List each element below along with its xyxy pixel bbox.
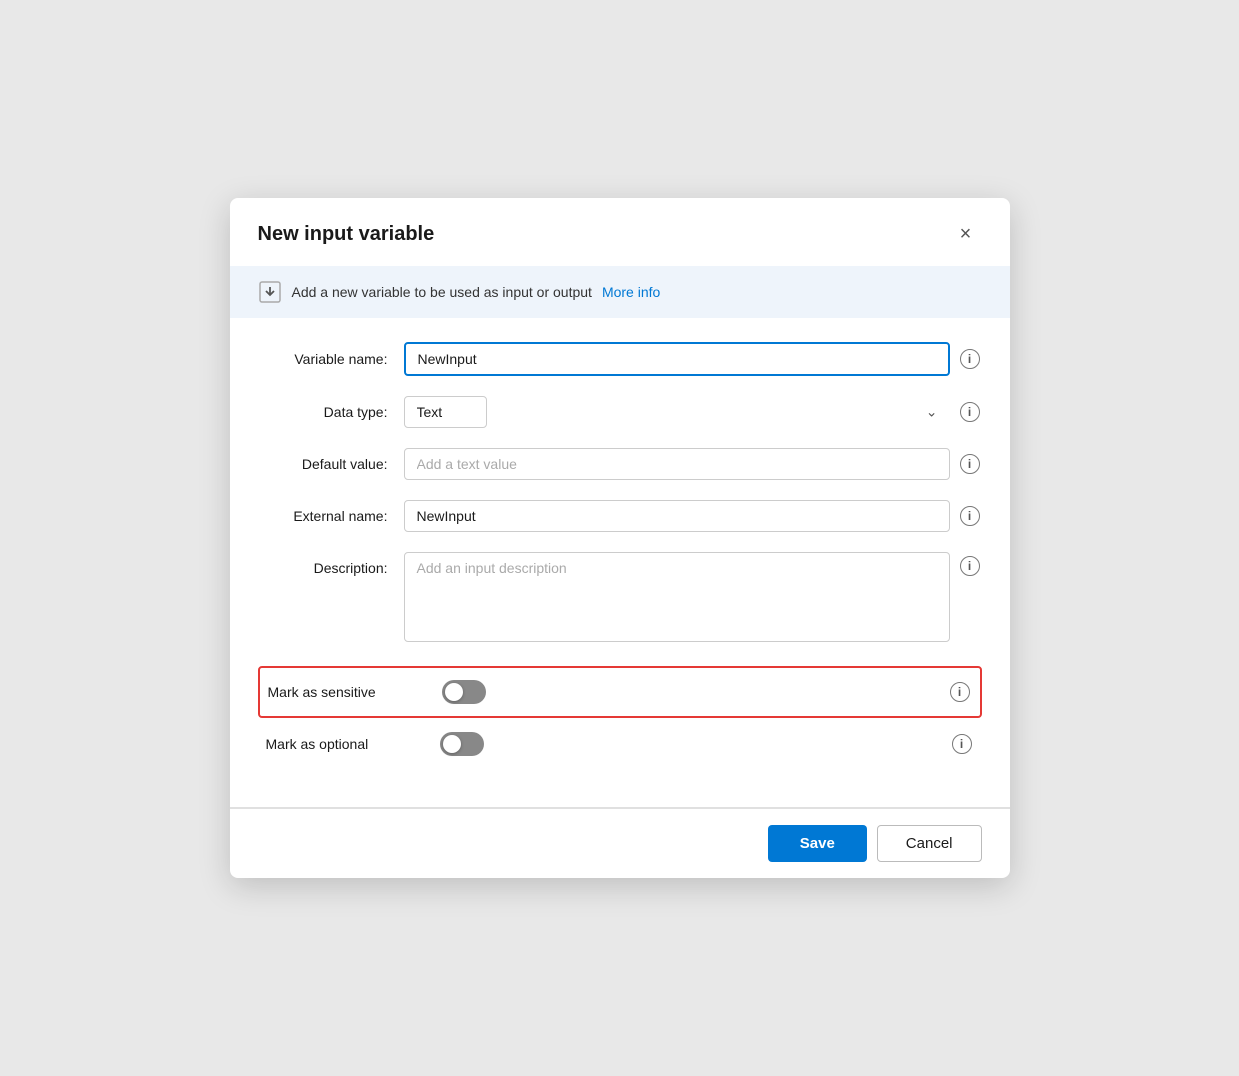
- external-name-input[interactable]: [404, 500, 950, 532]
- data-type-select-wrap: Text Number Boolean List Datetime ⌄: [404, 396, 950, 428]
- info-icon: i: [952, 734, 972, 754]
- more-info-link[interactable]: More info: [602, 284, 660, 300]
- info-icon: i: [960, 349, 980, 369]
- dialog-header: New input variable ×: [230, 198, 1010, 266]
- save-button[interactable]: Save: [768, 825, 867, 862]
- default-value-label: Default value:: [258, 456, 388, 472]
- mark-sensitive-toggle[interactable]: [442, 680, 486, 704]
- data-type-info-button[interactable]: i: [958, 400, 982, 424]
- external-name-info-button[interactable]: i: [958, 504, 982, 528]
- info-icon: i: [950, 682, 970, 702]
- variable-name-info-button[interactable]: i: [958, 347, 982, 371]
- form-body: Variable name: i Data type: Text Number …: [230, 318, 1010, 807]
- external-name-row: External name: i: [258, 500, 982, 532]
- description-info-button[interactable]: i: [958, 552, 982, 576]
- data-type-select[interactable]: Text Number Boolean List Datetime: [404, 396, 487, 428]
- mark-sensitive-info-button[interactable]: i: [948, 680, 972, 704]
- info-banner: Add a new variable to be used as input o…: [230, 266, 1010, 318]
- data-type-row: Data type: Text Number Boolean List Date…: [258, 396, 982, 428]
- dialog-title: New input variable: [258, 223, 435, 246]
- cancel-button[interactable]: Cancel: [877, 825, 982, 862]
- data-type-label: Data type:: [258, 404, 388, 420]
- mark-optional-label: Mark as optional: [266, 736, 426, 752]
- default-value-info-button[interactable]: i: [958, 452, 982, 476]
- variable-name-row: Variable name: i: [258, 342, 982, 376]
- optional-info-wrap: i: [950, 732, 974, 756]
- external-name-input-wrap: i: [404, 500, 982, 532]
- new-input-variable-dialog: New input variable × Add a new variable …: [230, 198, 1010, 878]
- dialog-footer: Save Cancel: [230, 808, 1010, 878]
- variable-name-input-wrap: i: [404, 342, 982, 376]
- external-name-label: External name:: [258, 508, 388, 524]
- default-value-row: Default value: i: [258, 448, 982, 480]
- info-icon: i: [960, 454, 980, 474]
- description-input-wrap: i: [404, 552, 982, 642]
- toggle-thumb: [443, 735, 461, 753]
- chevron-down-icon: ⌄: [926, 404, 938, 421]
- mark-optional-toggle[interactable]: [440, 732, 484, 756]
- mark-sensitive-label: Mark as sensitive: [268, 684, 428, 700]
- close-button[interactable]: ×: [950, 218, 982, 250]
- mark-optional-row: Mark as optional i: [258, 722, 982, 766]
- mark-sensitive-row: Mark as sensitive i: [258, 666, 982, 718]
- sensitive-info-wrap: i: [948, 680, 972, 704]
- toggle-thumb: [445, 683, 463, 701]
- info-icon: i: [960, 506, 980, 526]
- variable-name-input[interactable]: [404, 342, 950, 376]
- mark-optional-info-button[interactable]: i: [950, 732, 974, 756]
- info-icon: i: [960, 402, 980, 422]
- default-value-input[interactable]: [404, 448, 950, 480]
- download-icon: [258, 280, 282, 304]
- banner-text: Add a new variable to be used as input o…: [292, 284, 592, 300]
- description-row: Description: i: [258, 552, 982, 642]
- description-label: Description:: [258, 552, 388, 576]
- variable-name-label: Variable name:: [258, 351, 388, 367]
- toggle-section: Mark as sensitive i Mark as optional: [258, 666, 982, 766]
- default-value-input-wrap: i: [404, 448, 982, 480]
- info-icon: i: [960, 556, 980, 576]
- data-type-input-wrap: Text Number Boolean List Datetime ⌄ i: [404, 396, 982, 428]
- description-textarea[interactable]: [404, 552, 950, 642]
